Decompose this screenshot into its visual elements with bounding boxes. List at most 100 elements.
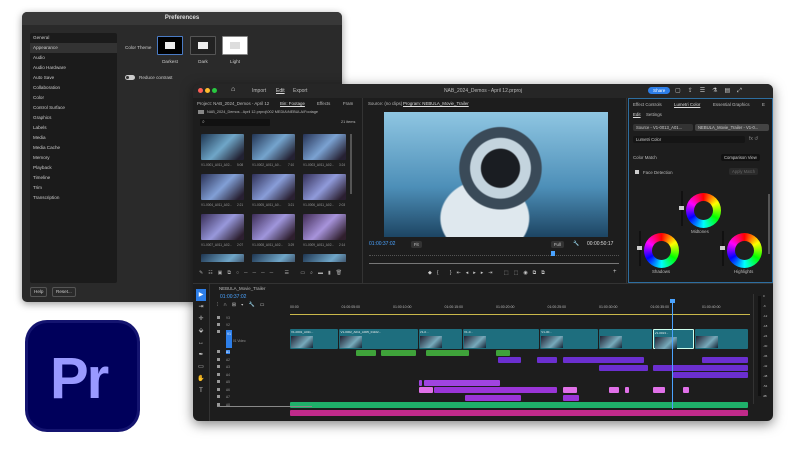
media-thumbnail[interactable] xyxy=(201,254,244,262)
audio-clip[interactable] xyxy=(683,387,689,393)
nav-export[interactable]: Export xyxy=(293,88,307,94)
audio-clip[interactable] xyxy=(702,357,749,363)
preferences-category-item[interactable]: Appearance xyxy=(30,43,117,53)
track-lock-icon[interactable] xyxy=(217,357,220,361)
help-button[interactable]: Help xyxy=(30,287,48,297)
subtab-edit[interactable]: Edit xyxy=(633,112,641,117)
audio-clip[interactable] xyxy=(624,387,629,393)
timeline-zoom-scrollbar[interactable] xyxy=(217,406,312,407)
close-window-button[interactable] xyxy=(198,88,203,93)
video-clip[interactable]: V1-0... xyxy=(463,329,540,349)
share-button[interactable]: Share xyxy=(648,87,671,94)
lumetri-scrollbar[interactable] xyxy=(768,194,770,254)
timeline-toolbar[interactable]: ⫶∩⊞▾🔧▭ xyxy=(217,302,269,308)
shadows-slider[interactable] xyxy=(637,231,642,266)
media-thumbnail[interactable] xyxy=(303,134,346,160)
video-clip[interactable] xyxy=(694,329,749,349)
sequence-clip-tab[interactable]: NEBULA_Movie_Trailer - V1-0... xyxy=(695,124,769,131)
track-header-a2[interactable]: A2 xyxy=(226,358,230,362)
program-timecode[interactable]: 01:00:37:02 xyxy=(369,241,395,247)
reset-button[interactable]: Reset... xyxy=(52,287,76,297)
media-thumbnail[interactable] xyxy=(303,174,346,200)
preferences-category-item[interactable]: Audio xyxy=(30,53,117,63)
preferences-category-item[interactable]: Media Cache xyxy=(30,143,117,153)
minimize-window-button[interactable] xyxy=(205,88,210,93)
tab-frame[interactable]: Fram xyxy=(343,101,353,106)
audio-clip[interactable] xyxy=(496,349,511,356)
tab-bin-footage[interactable]: Bin: Footage xyxy=(280,101,305,106)
tab-more[interactable]: E xyxy=(762,102,765,107)
transport-controls[interactable]: ◆{ }⇤◂▸▸⇥ ⬚⬚◉⧉⧉ xyxy=(428,270,550,276)
audio-clip[interactable] xyxy=(434,387,557,393)
tab-program[interactable]: Program: NEBULA_Movie_Trailer xyxy=(403,101,469,106)
reduce-contrast-toggle[interactable] xyxy=(125,75,135,80)
zoom-fit-select[interactable]: Fit xyxy=(411,241,422,248)
media-thumbnail[interactable] xyxy=(252,214,295,240)
track-header-v2[interactable]: V2 xyxy=(226,323,230,327)
audio-clip[interactable] xyxy=(423,379,501,386)
track-lock-icon[interactable] xyxy=(217,395,220,398)
audio-clip[interactable] xyxy=(537,357,557,363)
timeline-timecode[interactable]: 01:00:37:02 xyxy=(220,294,246,300)
midtones-slider[interactable] xyxy=(679,191,684,226)
preferences-category-item[interactable]: Color xyxy=(30,93,117,103)
tab-effects[interactable]: Effects xyxy=(317,101,330,106)
highlights-slider[interactable] xyxy=(720,231,725,266)
shadows-color-wheel[interactable] xyxy=(644,233,679,268)
audio-clip[interactable] xyxy=(425,349,470,356)
track-lock-icon[interactable] xyxy=(217,387,220,391)
media-thumbnail[interactable] xyxy=(252,254,295,262)
nav-import[interactable]: Import xyxy=(252,88,266,94)
track-lock-icon[interactable] xyxy=(217,365,220,368)
media-thumbnail[interactable] xyxy=(303,214,346,240)
preferences-category-item[interactable]: Memory xyxy=(30,153,117,163)
midtones-color-wheel[interactable] xyxy=(686,193,721,228)
zoom-window-button[interactable] xyxy=(212,88,217,93)
tab-effect-controls[interactable]: Effect Controls xyxy=(633,102,662,107)
preferences-category-item[interactable]: Timeline xyxy=(30,173,117,183)
track-lock-icon[interactable] xyxy=(217,316,220,319)
track-header-a6[interactable]: A6 xyxy=(226,388,230,392)
track-header-a1[interactable]: A1 xyxy=(226,350,230,354)
track-header-a4[interactable]: A4 xyxy=(226,373,230,377)
playhead-handle[interactable] xyxy=(670,299,676,303)
track-lock-icon[interactable] xyxy=(217,380,220,383)
video-clip[interactable]: V1-0013... xyxy=(652,329,694,349)
apply-match-button[interactable]: Apply Match xyxy=(729,168,759,175)
monitor-zoom-scrollbar[interactable] xyxy=(369,263,619,264)
track-header-a5[interactable]: A5 xyxy=(226,380,230,384)
track-lock-icon[interactable] xyxy=(217,350,220,353)
audio-clip[interactable] xyxy=(652,364,749,371)
timeline-ruler[interactable]: 00:00 01:00:05:00 01:00:10:00 01:00:15:00 01… xyxy=(290,303,750,315)
preferences-category-item[interactable]: Graphics xyxy=(30,113,117,123)
video-clip[interactable] xyxy=(599,329,652,349)
tab-sequence[interactable]: NEBULA_Movie_Trailer xyxy=(219,286,265,291)
comparison-view-button[interactable]: Comparison View xyxy=(721,154,760,161)
tab-project[interactable]: Project: NAB_2024_Demos - April 12 xyxy=(197,101,269,106)
highlights-color-wheel[interactable] xyxy=(727,233,762,268)
header-toolbar-icons[interactable]: ▢⇪☰⚗▤⤢ xyxy=(675,87,749,95)
audio-clip[interactable] xyxy=(418,379,422,386)
tab-source[interactable]: Source: (no clips) xyxy=(368,101,402,106)
audio-clip[interactable] xyxy=(562,357,645,363)
track-lock-icon[interactable] xyxy=(217,330,220,333)
preferences-category-item[interactable]: General xyxy=(30,33,117,43)
tab-lumetri-color[interactable]: Lumetri Color xyxy=(674,102,700,107)
video-clip[interactable]: V1-0... xyxy=(418,329,463,349)
media-thumbnail[interactable] xyxy=(252,134,295,160)
audio-clip[interactable] xyxy=(498,357,521,363)
subtab-settings[interactable]: Settings xyxy=(646,112,662,117)
audio-clip[interactable] xyxy=(599,364,649,371)
media-thumbnail[interactable] xyxy=(201,134,244,160)
media-thumbnail[interactable] xyxy=(201,174,244,200)
media-thumbnail[interactable] xyxy=(201,214,244,240)
monitor-playhead[interactable] xyxy=(551,251,555,256)
nav-edit[interactable]: Edit xyxy=(276,88,285,94)
media-thumbnail[interactable] xyxy=(303,254,346,262)
video-clip[interactable]: V1-00... xyxy=(540,329,598,349)
fx-icon[interactable]: fx ↺ xyxy=(749,136,758,142)
preferences-category-item[interactable]: Transcription xyxy=(30,193,117,203)
audio-clip[interactable] xyxy=(380,349,416,356)
audio-clip[interactable] xyxy=(355,349,376,356)
playhead[interactable] xyxy=(672,301,674,409)
